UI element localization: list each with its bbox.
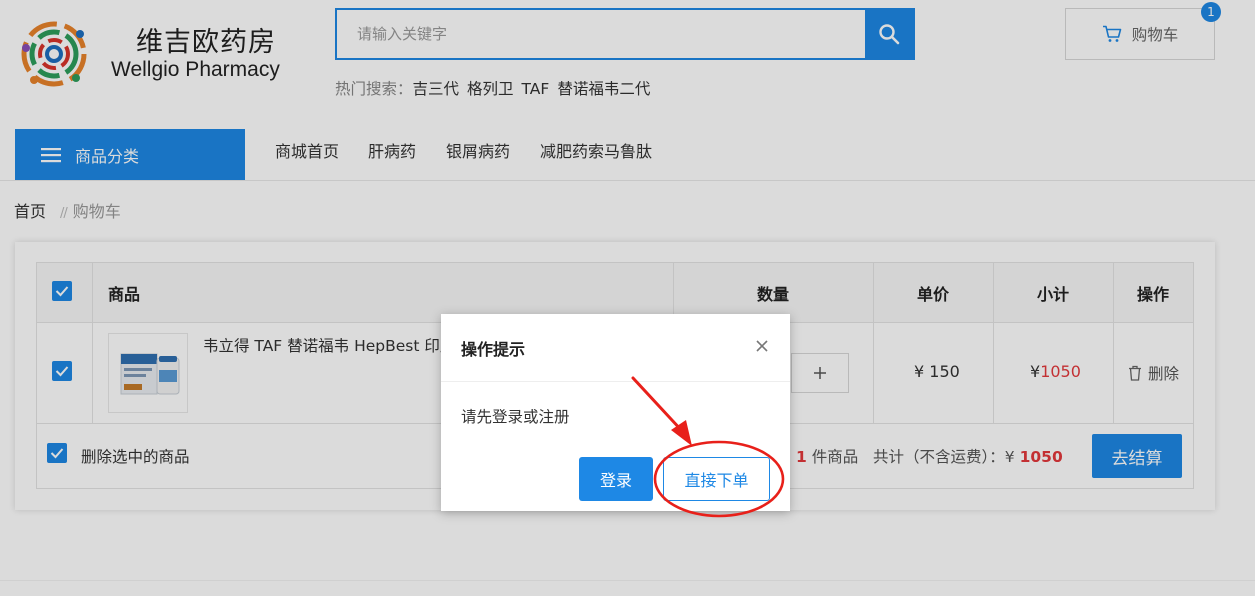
dialog-title: 操作提示	[461, 340, 526, 359]
dialog-divider	[441, 381, 790, 382]
notice-dialog: 操作提示 请先登录或注册 登录 直接下单	[441, 314, 790, 511]
direct-order-button[interactable]: 直接下单	[663, 457, 770, 501]
page-divider	[0, 580, 1255, 581]
close-icon[interactable]	[754, 338, 770, 354]
login-button[interactable]: 登录	[579, 457, 653, 501]
dialog-message: 请先登录或注册	[461, 408, 570, 426]
